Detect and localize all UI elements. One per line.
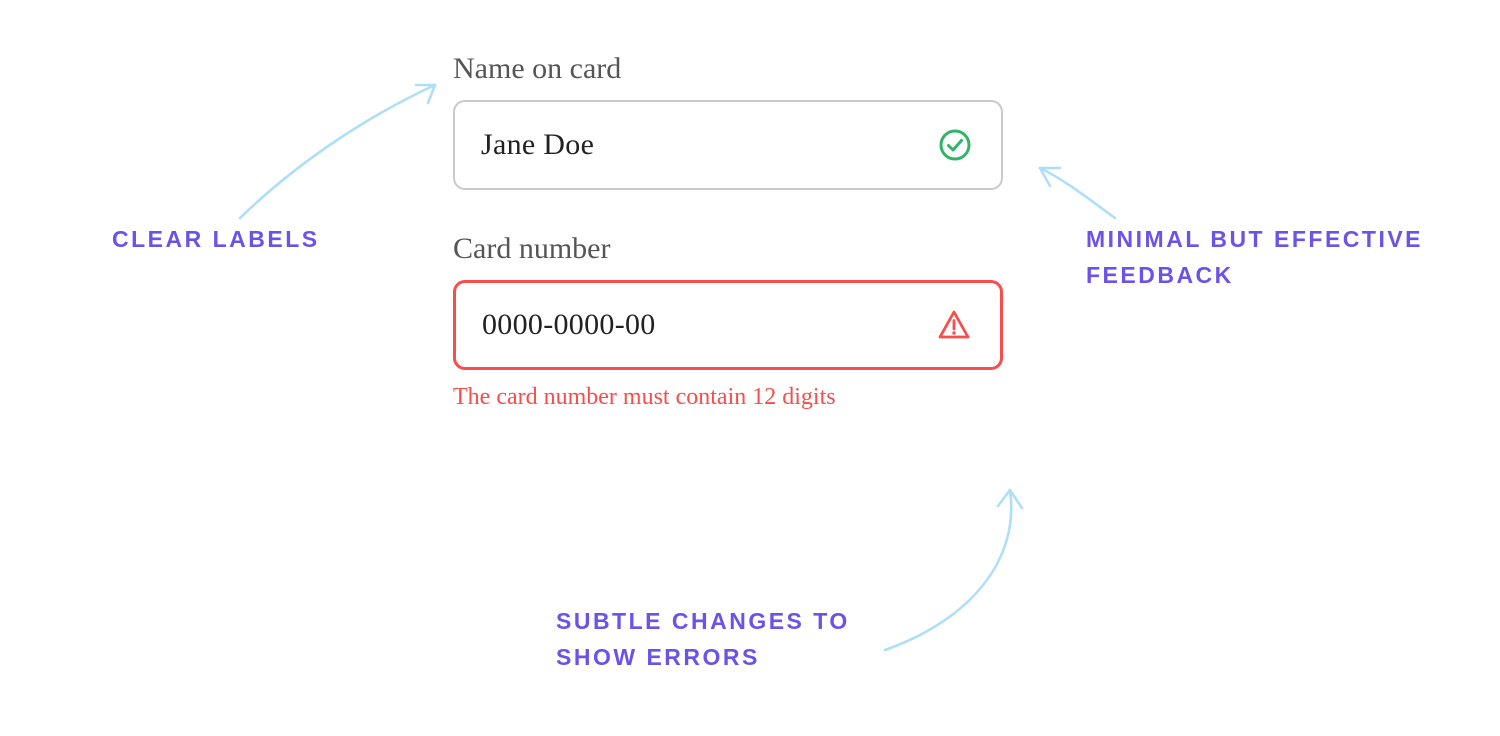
- example-form: Name on card Jane Doe Card number 0000-0…: [453, 52, 1003, 453]
- annotation-clear-labels: CLEAR LABELS: [112, 222, 320, 258]
- field-card-number: Card number 0000-0000-00 The card number…: [453, 232, 1003, 411]
- input-value-name: Jane Doe: [481, 128, 594, 162]
- label-card-number: Card number: [453, 232, 1003, 266]
- input-value-card: 0000-0000-00: [482, 308, 656, 342]
- annotation-subtle-errors: SUBTLE CHANGES TO SHOW ERRORS: [556, 604, 896, 675]
- check-circle-icon: [935, 128, 975, 162]
- annotation-minimal-feedback: MINIMAL BUT EFFECTIVE FEEDBACK: [1086, 222, 1456, 293]
- error-message-card-number: The card number must contain 12 digits: [453, 384, 1003, 411]
- field-name-on-card: Name on card Jane Doe: [453, 52, 1003, 190]
- arrow-minimal-feedback: [1040, 168, 1115, 218]
- input-name-on-card[interactable]: Jane Doe: [453, 100, 1003, 190]
- input-card-number[interactable]: 0000-0000-00: [453, 280, 1003, 370]
- arrow-clear-labels: [240, 85, 435, 218]
- alert-triangle-icon: [934, 308, 974, 342]
- arrow-subtle-errors: [885, 490, 1022, 650]
- label-name-on-card: Name on card: [453, 52, 1003, 86]
